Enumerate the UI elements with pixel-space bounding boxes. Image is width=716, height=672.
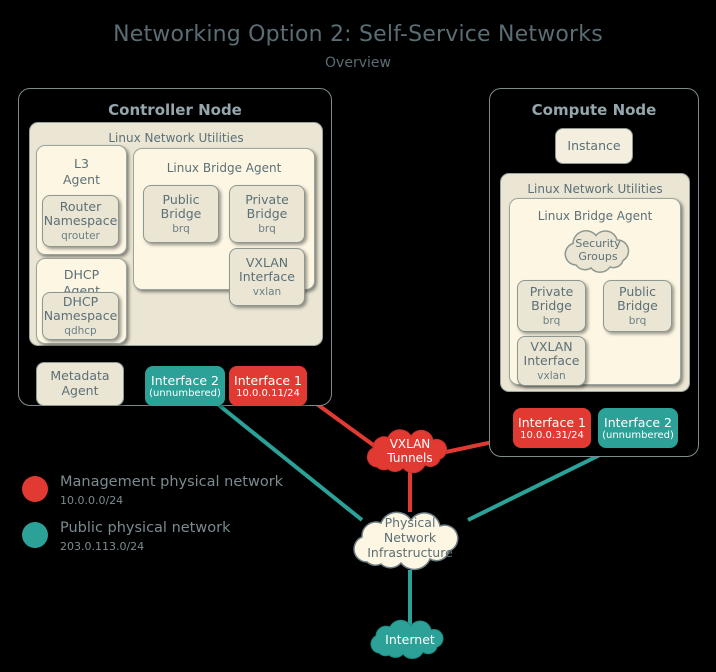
- compute-private-bridge-line2: Bridge: [531, 298, 572, 314]
- dhcp-namespace-box[interactable]: DHCP Namespace qdhcp: [42, 292, 119, 340]
- compute-bridge-agent-title: Linux Bridge Agent: [537, 209, 653, 223]
- controller-public-bridge-line1: Public: [162, 191, 200, 207]
- legend: Management physical network 10.0.0.0/24 …: [22, 472, 302, 564]
- physical-network-cloud[interactable]: Physical Network Infrastructure: [338, 500, 482, 574]
- controller-vxlan-sub: vxlan: [252, 286, 282, 299]
- controller-bridge-agent-title: Linux Bridge Agent: [166, 161, 282, 175]
- metadata-agent-box[interactable]: Metadata Agent: [36, 362, 124, 406]
- compute-interface-1[interactable]: Interface 1 10.0.0.31/24: [513, 408, 591, 448]
- compute-public-bridge-line2: Bridge: [617, 298, 658, 314]
- controller-utilities-title: Linux Network Utilities: [108, 131, 244, 145]
- controller-vxlan-line2: Interface: [239, 269, 295, 285]
- compute-node-title: Compute Node: [531, 101, 657, 119]
- compute-vxlan-interface[interactable]: VXLAN Interface vxlan: [517, 336, 586, 386]
- controller-private-bridge-line1: Private: [245, 191, 289, 207]
- compute-vxlan-sub: vxlan: [537, 370, 566, 383]
- controller-public-bridge[interactable]: Public Bridge brq: [143, 185, 219, 243]
- diagram-canvas: Networking Option 2: Self-Service Networ…: [0, 0, 716, 672]
- wire-comp-iface2-physical: [467, 444, 619, 522]
- legend-management-cidr: 10.0.0.0/24: [60, 494, 124, 507]
- controller-private-bridge-line2: Bridge: [246, 206, 288, 222]
- legend-public-cidr: 203.0.113.0/24: [60, 540, 145, 553]
- controller-interface-1[interactable]: Interface 1 10.0.0.11/24: [229, 366, 307, 406]
- controller-iface2-label: Interface 2: [151, 372, 219, 388]
- compute-vxlan-line2: Interface: [523, 353, 580, 369]
- metadata-agent-line1: Metadata: [50, 368, 110, 384]
- controller-vxlan-line1: VXLAN: [245, 254, 289, 270]
- compute-utilities-title: Linux Network Utilities: [527, 182, 663, 196]
- controller-public-bridge-sub: brq: [172, 223, 190, 236]
- l3-agent-label-line2: Agent: [63, 172, 100, 187]
- controller-public-bridge-line2: Bridge: [160, 206, 202, 222]
- vxlan-tunnels-cloud[interactable]: VXLAN Tunnels: [355, 427, 465, 475]
- controller-vxlan-interface[interactable]: VXLAN Interface vxlan: [229, 248, 305, 306]
- dhcp-namespace-line1: DHCP: [62, 293, 99, 309]
- legend-item-management: Management physical network 10.0.0.0/24: [22, 472, 302, 518]
- compute-public-bridge-sub: brq: [628, 315, 647, 328]
- vxlan-tunnels-cloud-shape: [366, 429, 448, 474]
- legend-item-public: Public physical network 203.0.113.0/24: [22, 518, 302, 564]
- dhcp-namespace-sub: qdhcp: [64, 325, 97, 338]
- router-namespace-sub: qrouter: [61, 230, 100, 243]
- legend-public-name: Public physical network: [60, 520, 231, 536]
- controller-interface-2[interactable]: Interface 2 (unnumbered): [145, 366, 225, 406]
- compute-iface1-sub: 10.0.0.31/24: [520, 429, 584, 441]
- instance-box[interactable]: Instance: [555, 128, 633, 164]
- legend-dot-public-icon: [22, 522, 48, 548]
- legend-management-name: Management physical network: [60, 474, 284, 490]
- compute-iface2-label: Interface 2: [604, 414, 672, 430]
- compute-vxlan-line1: VXLAN: [530, 338, 573, 354]
- controller-private-bridge-sub: brq: [258, 223, 276, 236]
- controller-iface1-sub: 10.0.0.11/24: [236, 387, 300, 399]
- controller-private-bridge[interactable]: Private Bridge brq: [229, 185, 305, 243]
- compute-interface-2[interactable]: Interface 2 (unnumbered): [598, 408, 678, 448]
- router-namespace-line1: Router: [59, 198, 102, 214]
- l3-agent-label-line1: L3: [74, 156, 89, 171]
- compute-public-bridge-line1: Public: [619, 283, 656, 299]
- compute-private-bridge-sub: brq: [542, 315, 561, 328]
- metadata-agent-line2: Agent: [61, 383, 99, 398]
- controller-node-title: Controller Node: [108, 101, 242, 119]
- controller-iface2-sub: (unnumbered): [149, 387, 221, 399]
- controller-iface1-label: Interface 1: [234, 372, 302, 388]
- compute-private-bridge[interactable]: Private Bridge brq: [517, 280, 586, 332]
- security-groups-cloud-shape: [564, 230, 630, 273]
- dhcp-agent-label-line1: DHCP: [63, 267, 100, 282]
- instance-label: Instance: [567, 137, 621, 153]
- dhcp-namespace-line2: Namespace: [43, 308, 118, 324]
- compute-public-bridge[interactable]: Public Bridge brq: [603, 280, 672, 332]
- internet-cloud-shape: [370, 619, 444, 659]
- compute-private-bridge-line1: Private: [529, 283, 574, 299]
- router-namespace-box[interactable]: Router Namespace qrouter: [42, 195, 119, 247]
- compute-iface2-sub: (unnumbered): [602, 429, 674, 441]
- legend-dot-management-icon: [22, 476, 48, 502]
- security-groups-cloud[interactable]: Security Groups: [556, 226, 640, 274]
- internet-cloud[interactable]: Internet: [359, 618, 461, 660]
- compute-iface1-label: Interface 1: [518, 414, 586, 430]
- physical-network-cloud-shape: [353, 511, 459, 571]
- router-namespace-line2: Namespace: [43, 213, 118, 229]
